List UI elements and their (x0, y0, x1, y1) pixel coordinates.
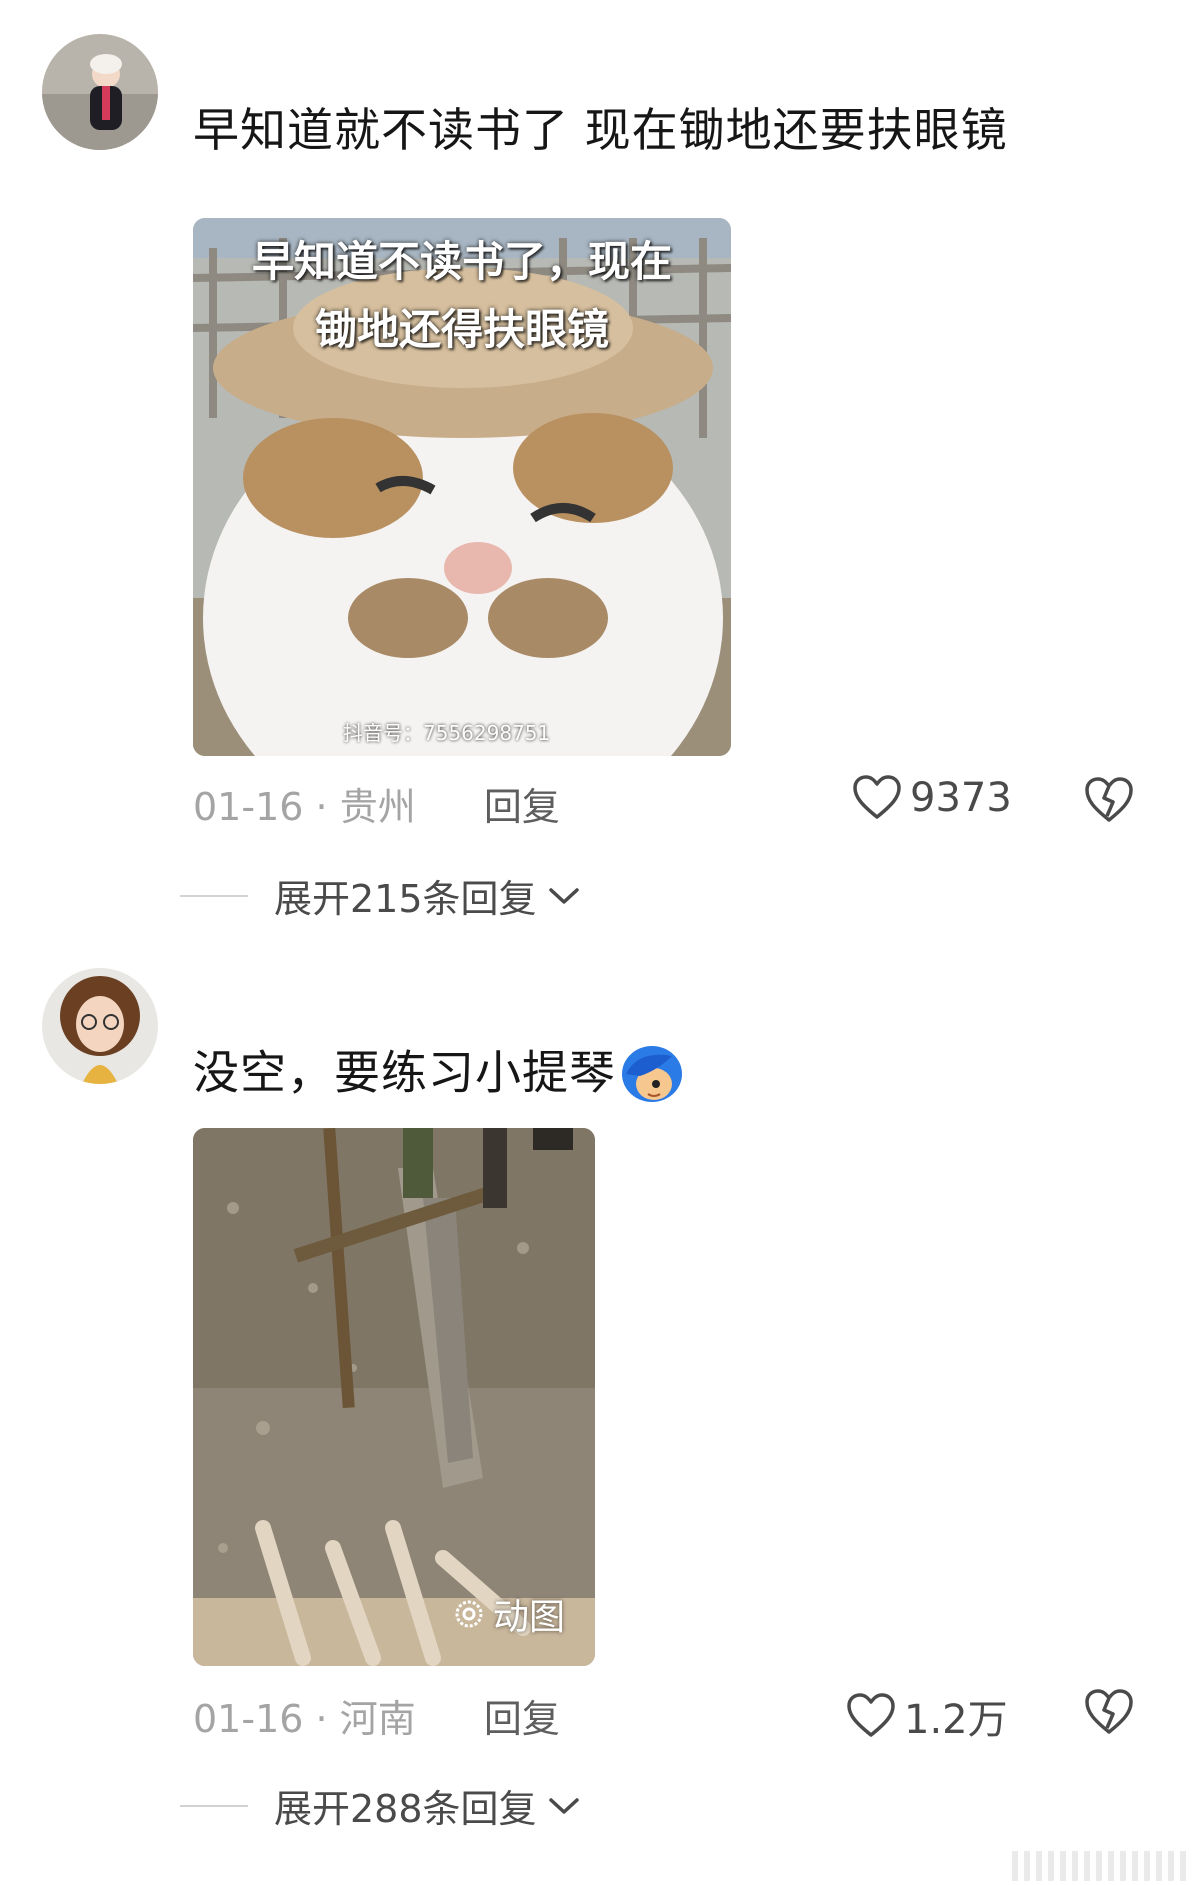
comment-image-gif[interactable]: 动图 (193, 1128, 595, 1666)
chevron-down-icon (548, 887, 579, 904)
avatar-child-image (42, 34, 158, 150)
comment-text: 没空，要练习小提琴 (193, 1044, 684, 1108)
expand-divider-line (180, 1804, 248, 1807)
expand-replies-button[interactable]: 展开215条回复 (180, 868, 581, 923)
blue-hair-face-emoji-icon (618, 1044, 684, 1108)
meta-separator: · (315, 1697, 328, 1741)
hoeing-gif-image (193, 1128, 595, 1666)
meta-separator: · (315, 785, 328, 829)
like-button[interactable]: 9373 (852, 775, 1012, 821)
heart-icon (847, 1693, 895, 1737)
expand-replies-label: 展开288条回复 (274, 1787, 537, 1831)
like-count: 1.2万 (904, 1697, 1008, 1743)
gif-play-icon (455, 1600, 483, 1628)
gif-label: 动图 (492, 1597, 565, 1638)
comment-meta: 01-16 · 河南 回复 (193, 1688, 560, 1743)
avatar-curly-girl-image (42, 968, 158, 1084)
comment-image-cat-meme[interactable]: 早知道不读书了，现在 锄地还得扶眼镜 抖音号：7556298751 (193, 218, 731, 756)
dislike-button[interactable] (1083, 776, 1135, 824)
expand-replies-label: 展开215条回复 (274, 877, 537, 921)
expand-divider-line (180, 894, 248, 897)
avatar-user-1[interactable] (42, 34, 158, 150)
comment-text: 早知道就不读书了 现在锄地还要扶眼镜 (193, 103, 1008, 157)
reply-button[interactable]: 回复 (484, 1697, 560, 1741)
image-caption-line-2: 锄地还得扶眼镜 (314, 305, 609, 354)
comment-date: 01-16 (193, 1697, 304, 1741)
broken-heart-icon (1085, 1689, 1133, 1734)
avatar-user-2[interactable] (42, 968, 158, 1084)
dislike-button[interactable] (1083, 1688, 1135, 1736)
comment-location: 贵州 (339, 785, 416, 829)
expand-replies-button[interactable]: 展开288条回复 (180, 1778, 581, 1833)
image-caption-line-1: 早知道不读书了，现在 (251, 237, 672, 286)
watermark-strip (1012, 1851, 1192, 1881)
reply-button[interactable]: 回复 (484, 785, 560, 829)
gif-badge: 动图 (453, 1588, 565, 1640)
broken-heart-icon (1085, 777, 1133, 822)
like-button[interactable]: 1.2万 (846, 1687, 1008, 1745)
chevron-down-icon (548, 1797, 579, 1814)
comment-date: 01-16 (193, 785, 304, 829)
image-watermark: 抖音号：7556298751 (343, 721, 551, 745)
comment-text-content: 没空，要练习小提琴 (193, 1045, 616, 1100)
comment-meta: 01-16 · 贵州 回复 (193, 776, 560, 831)
heart-icon (853, 775, 901, 819)
like-count: 9373 (910, 775, 1012, 821)
comment-location: 河南 (339, 1697, 416, 1741)
